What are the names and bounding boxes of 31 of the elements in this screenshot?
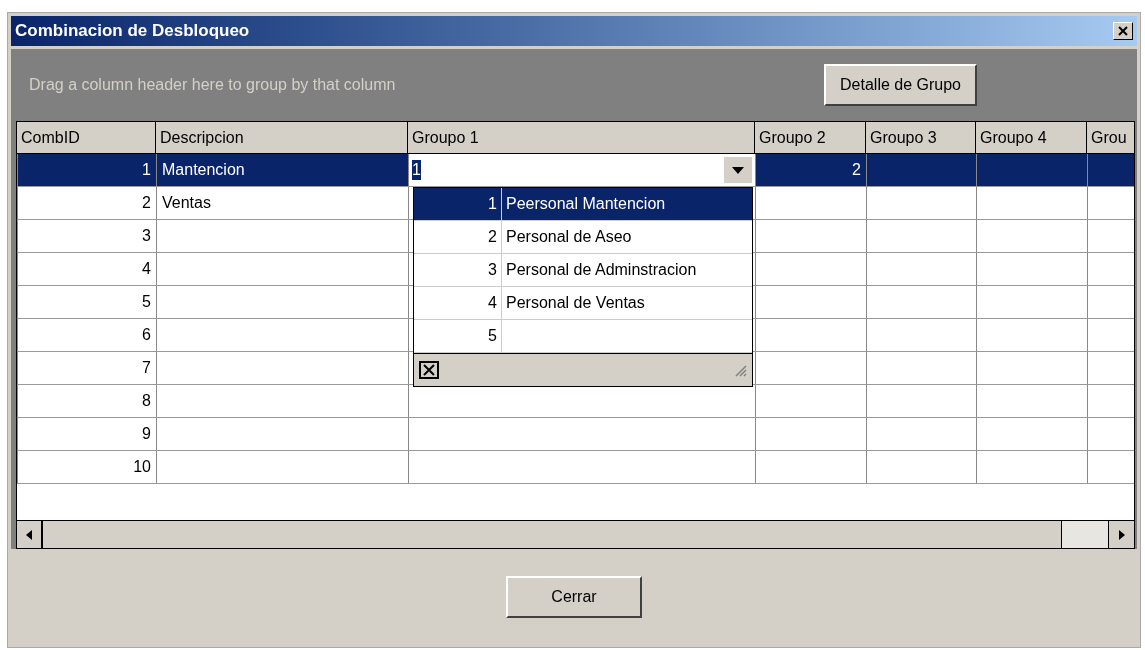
right-arrow-icon	[1118, 529, 1125, 540]
table-cell: 2	[755, 154, 866, 186]
column-header[interactable]: CombID	[17, 122, 156, 153]
column-header[interactable]: Descripcion	[156, 122, 408, 153]
table-row[interactable]: 1 Mantencion 1 2	[17, 154, 1134, 187]
close-dialog-button[interactable]: Cerrar	[506, 575, 642, 618]
combo-field[interactable]: 1	[408, 154, 755, 186]
dropdown-item[interactable]: 2 Personal de Aseo	[414, 221, 752, 254]
table-row[interactable]: 8	[17, 385, 1134, 418]
dropdown-item[interactable]: 1 Peersonal Mantencion	[414, 188, 752, 221]
column-header[interactable]: Groupo 3	[866, 122, 976, 153]
close-button[interactable]	[1113, 22, 1133, 40]
table-row[interactable]: 9	[17, 418, 1134, 451]
table-cell: Mantencion	[156, 154, 408, 186]
column-header[interactable]: Grou	[1087, 122, 1134, 153]
group-by-hint: Drag a column header here to group by that column	[29, 75, 396, 95]
window-title: Combinacion de Desbloqueo	[15, 20, 250, 43]
column-header[interactable]: Groupo 1	[408, 122, 755, 153]
dropdown-item[interactable]: 4 Personal de Ventas	[414, 287, 752, 320]
table-cell: 1	[17, 154, 156, 186]
table-cell	[1087, 154, 1134, 186]
column-header[interactable]: Groupo 2	[755, 122, 866, 153]
table-row[interactable]: 10	[17, 451, 1134, 484]
left-arrow-icon	[26, 529, 32, 540]
dropdown-item[interactable]: 5	[414, 320, 752, 353]
column-header[interactable]: Groupo 4	[976, 122, 1087, 153]
group-detail-button[interactable]: Detalle de Grupo	[824, 64, 977, 106]
resize-grip-icon[interactable]	[733, 363, 747, 377]
close-icon	[1118, 26, 1128, 36]
dropdown-item[interactable]: 3 Personal de Adminstracion	[414, 254, 752, 287]
close-box-icon[interactable]	[419, 361, 439, 379]
